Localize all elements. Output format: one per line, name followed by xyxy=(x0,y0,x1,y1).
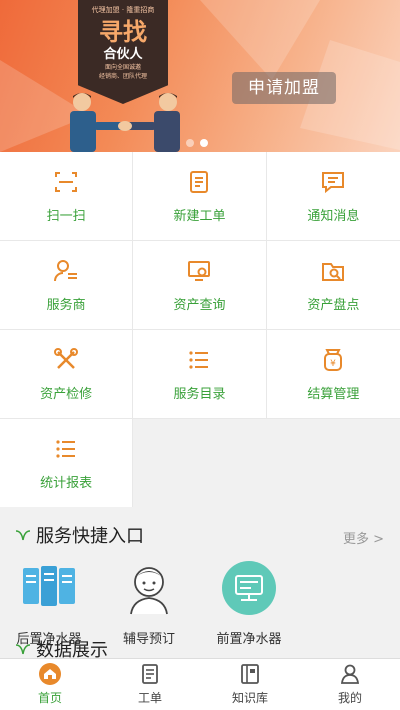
user-icon xyxy=(340,664,360,684)
badge-line-1: 面向全国诚邀 xyxy=(104,64,141,71)
quick-entry-header: 服务快捷入口 xyxy=(14,522,144,548)
menu-label: 结算管理 xyxy=(307,386,360,402)
menu-label: 资产盘点 xyxy=(307,297,360,313)
tab-knowledge-base[interactable]: 知识库 xyxy=(200,659,300,710)
leaf-icon xyxy=(15,530,31,541)
menu-item-new-order[interactable]: 新建工单 xyxy=(133,152,267,240)
apply-join-button[interactable]: 申请加盟 xyxy=(232,72,336,104)
menu-label: 资产查询 xyxy=(173,297,226,313)
report-icon xyxy=(56,439,76,458)
menu-item-scan[interactable]: 扫一扫 xyxy=(0,152,134,240)
empty-cell xyxy=(133,419,267,507)
menu-item-asset-query[interactable]: 资产查询 xyxy=(133,241,267,329)
menu-item-settlement[interactable]: ¥ 结算管理 xyxy=(266,330,400,418)
tab-label: 我的 xyxy=(337,691,362,705)
home-icon xyxy=(39,663,61,685)
tab-label: 知识库 xyxy=(231,691,268,705)
menu-item-messages[interactable]: 通知消息 xyxy=(266,152,400,240)
tab-home[interactable]: 首页 xyxy=(0,659,100,710)
carousel-dots xyxy=(186,132,214,151)
bottom-tab-bar: 首页 工单 知识库 我的 xyxy=(0,658,400,710)
menu-item-service-catalog[interactable]: 服务目录 xyxy=(133,330,267,418)
tab-orders[interactable]: 工单 xyxy=(100,659,200,710)
menu-label: 统计报表 xyxy=(40,475,93,491)
filter-icon xyxy=(23,566,75,606)
svg-text:¥: ¥ xyxy=(330,359,336,369)
scan-icon xyxy=(55,171,78,192)
quick-item-tutoring[interactable]: 辅导预订 xyxy=(104,560,194,647)
function-grid: 扫一扫 新建工单 通知消息 服务商 资产查询 资产盘点 资产检修 服务目录 ¥ … xyxy=(0,152,400,508)
menu-item-report[interactable]: 统计报表 xyxy=(0,419,134,507)
asset-inventory-icon xyxy=(322,262,345,281)
quick-item-front-filter[interactable]: 前置净水器 xyxy=(204,560,294,647)
tab-label: 工单 xyxy=(137,691,162,705)
list-icon xyxy=(189,350,209,369)
menu-item-provider[interactable]: 服务商 xyxy=(0,241,134,329)
badge-top-text: 代理加盟 · 隆重招商 xyxy=(91,6,155,14)
asset-query-icon xyxy=(188,260,211,281)
badge-title: 寻找 xyxy=(99,18,147,46)
carousel-dot[interactable] xyxy=(186,139,194,147)
menu-item-asset-inventory[interactable]: 资产盘点 xyxy=(266,241,400,329)
order-icon xyxy=(142,664,158,684)
badge-subtitle: 合伙人 xyxy=(103,47,143,62)
menu-label: 扫一扫 xyxy=(46,208,86,224)
settlement-icon: ¥ xyxy=(324,348,343,371)
section-title: 服务快捷入口 xyxy=(36,526,144,547)
menu-label: 服务目录 xyxy=(173,386,226,402)
badge-line-2: 经销商、团队代理 xyxy=(98,73,147,80)
quick-item-rear-filter[interactable]: 后置净水器 xyxy=(4,560,94,647)
device-icon xyxy=(222,561,276,615)
menu-label: 服务商 xyxy=(46,297,86,313)
more-link[interactable]: 更多 > xyxy=(343,528,384,547)
book-icon xyxy=(241,664,259,684)
repair-icon xyxy=(54,347,79,369)
promo-banner[interactable]: 代理加盟 · 隆重招商 寻找 合伙人 面向全国诚邀 经销商、团队代理 申请加盟 xyxy=(0,0,400,152)
tab-label: 首页 xyxy=(37,691,62,705)
carousel-dot-active[interactable] xyxy=(200,139,208,147)
quick-entry-section: 服务快捷入口 更多 > 后置净水器 辅导预订 前置净水器 数据展示 xyxy=(0,508,400,661)
menu-item-repair[interactable]: 资产检修 xyxy=(0,330,134,418)
message-icon xyxy=(322,171,345,193)
handshake-illustration xyxy=(70,93,180,152)
menu-label: 新建工单 xyxy=(173,208,226,224)
person-icon xyxy=(130,567,168,615)
quick-item-label: 前置净水器 xyxy=(216,632,282,647)
quick-item-label: 辅导预订 xyxy=(122,632,175,647)
menu-label: 通知消息 xyxy=(307,208,360,224)
empty-cell xyxy=(266,419,400,507)
tab-mine[interactable]: 我的 xyxy=(300,659,400,710)
leaf-icon xyxy=(15,644,31,655)
new-order-icon xyxy=(190,170,209,193)
provider-icon xyxy=(54,259,78,281)
menu-label: 资产检修 xyxy=(40,386,93,402)
